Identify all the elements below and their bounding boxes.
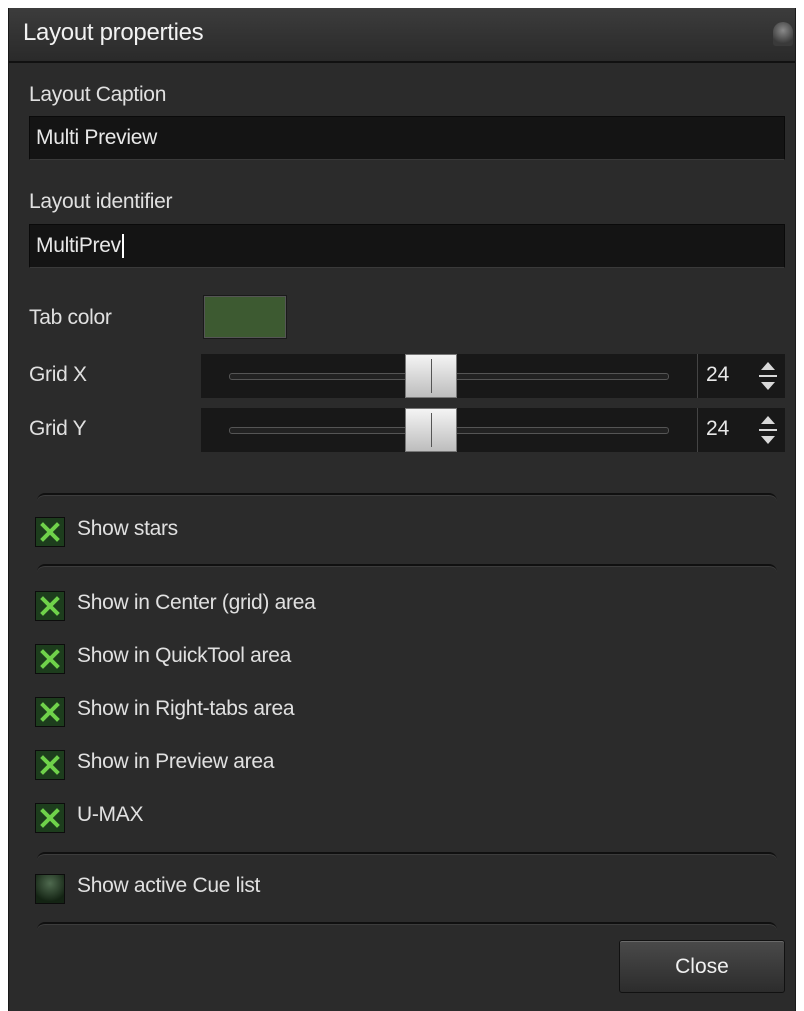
grid-x-spinbox[interactable]: 24: [697, 354, 785, 398]
layout-properties-dialog: Layout properties Layout Caption Multi P…: [8, 8, 796, 1011]
layout-identifier-value: MultiPrev: [36, 234, 121, 257]
show-center-area-checkbox[interactable]: [35, 591, 65, 621]
u-max-label: U-MAX: [77, 803, 144, 826]
show-right-tabs-area-label: Show in Right-tabs area: [77, 697, 295, 720]
pin-icon[interactable]: [773, 22, 793, 46]
checkmark-icon: [40, 649, 60, 669]
checkmark-icon: [40, 808, 60, 828]
show-right-tabs-area-checkbox[interactable]: [35, 697, 65, 727]
grid-x-value: 24: [706, 363, 730, 386]
grid-y-slider-thumb[interactable]: [405, 408, 458, 452]
show-quicktool-area-checkbox[interactable]: [35, 644, 65, 674]
grid-y-spinbox[interactable]: 24: [697, 408, 785, 452]
show-active-cue-list-checkbox[interactable]: [35, 874, 65, 904]
show-center-area-label: Show in Center (grid) area: [77, 591, 316, 614]
layout-caption-label: Layout Caption: [29, 83, 167, 106]
show-quicktool-area-label: Show in QuickTool area: [77, 644, 292, 667]
grid-x-slider[interactable]: [201, 354, 697, 398]
show-preview-area-label: Show in Preview area: [77, 750, 275, 773]
separator: [37, 922, 777, 932]
separator: [37, 852, 777, 862]
close-button[interactable]: Close: [619, 940, 785, 993]
show-stars-checkbox[interactable]: [35, 517, 65, 547]
checkmark-icon: [40, 522, 60, 542]
show-preview-area-checkbox[interactable]: [35, 750, 65, 780]
show-active-cue-list-label: Show active Cue list: [77, 874, 261, 897]
grid-x-slider-thumb[interactable]: [405, 354, 458, 398]
checkmark-icon: [40, 755, 60, 775]
layout-identifier-label: Layout identifier: [29, 190, 173, 213]
grid-x-spin-arrows-icon[interactable]: [757, 358, 779, 394]
text-caret: [121, 234, 124, 259]
grid-y-value: 24: [706, 417, 730, 440]
grid-y-label: Grid Y: [29, 417, 87, 440]
tab-color-label: Tab color: [29, 306, 112, 329]
dialog-titlebar[interactable]: Layout properties: [9, 8, 795, 63]
separator: [37, 493, 777, 503]
layout-identifier-input[interactable]: MultiPrev: [29, 224, 785, 268]
checkmark-icon: [40, 596, 60, 616]
separator: [37, 564, 777, 574]
grid-y-spin-arrows-icon[interactable]: [757, 412, 779, 448]
u-max-checkbox[interactable]: [35, 803, 65, 833]
grid-x-label: Grid X: [29, 363, 87, 386]
layout-caption-input[interactable]: Multi Preview: [29, 116, 785, 160]
grid-y-slider[interactable]: [201, 408, 697, 452]
tab-color-swatch[interactable]: [203, 295, 287, 339]
dialog-title: Layout properties: [23, 19, 204, 46]
checkmark-icon: [40, 702, 60, 722]
show-stars-label: Show stars: [77, 517, 178, 540]
